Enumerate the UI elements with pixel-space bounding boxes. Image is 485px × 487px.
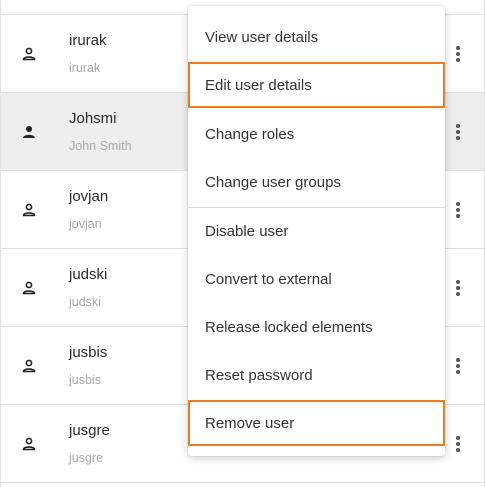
- menu-item-release-locked-elements[interactable]: Release locked elements: [188, 304, 445, 350]
- person-icon: [21, 124, 37, 140]
- person-icon: [21, 358, 37, 374]
- user-name: jusgre: [69, 422, 110, 439]
- menu-item-edit-user-details[interactable]: Edit user details: [188, 62, 445, 108]
- menu-item-reset-password[interactable]: Reset password: [188, 352, 445, 398]
- user-login: John Smith: [69, 139, 132, 153]
- user-name: jovjan: [69, 188, 109, 205]
- user-name: irurak: [69, 32, 107, 49]
- user-name: judski: [69, 266, 108, 283]
- user-context-menu: View user details Edit user details Chan…: [188, 6, 445, 456]
- menu-item-convert-to-external[interactable]: Convert to external: [188, 256, 445, 302]
- user-login: judski: [69, 295, 101, 309]
- more-vertical-icon[interactable]: [446, 352, 470, 380]
- more-vertical-icon[interactable]: [446, 274, 470, 302]
- person-icon: [21, 46, 37, 62]
- user-name: jusbis: [69, 344, 108, 361]
- menu-item-change-user-groups[interactable]: Change user groups: [188, 159, 445, 205]
- person-icon: [21, 280, 37, 296]
- menu-item-disable-user[interactable]: Disable user: [188, 208, 445, 254]
- person-icon: [21, 202, 37, 218]
- more-vertical-icon[interactable]: [446, 196, 470, 224]
- user-login: jusgre: [69, 451, 104, 465]
- more-vertical-icon[interactable]: [446, 430, 470, 458]
- more-vertical-icon[interactable]: [446, 118, 470, 146]
- user-login: jovjan: [69, 217, 102, 231]
- more-vertical-icon[interactable]: [446, 40, 470, 68]
- menu-item-change-roles[interactable]: Change roles: [188, 111, 445, 157]
- user-login: jusbis: [69, 373, 101, 387]
- user-name: Johsmi: [69, 110, 117, 127]
- user-login: irurak: [69, 61, 101, 75]
- person-icon: [21, 436, 37, 452]
- menu-item-remove-user[interactable]: Remove user: [188, 400, 445, 446]
- user-management-panel: irurak irurak Johsmi John Smith jovjan j…: [0, 0, 485, 487]
- menu-item-view-user-details[interactable]: View user details: [188, 14, 445, 60]
